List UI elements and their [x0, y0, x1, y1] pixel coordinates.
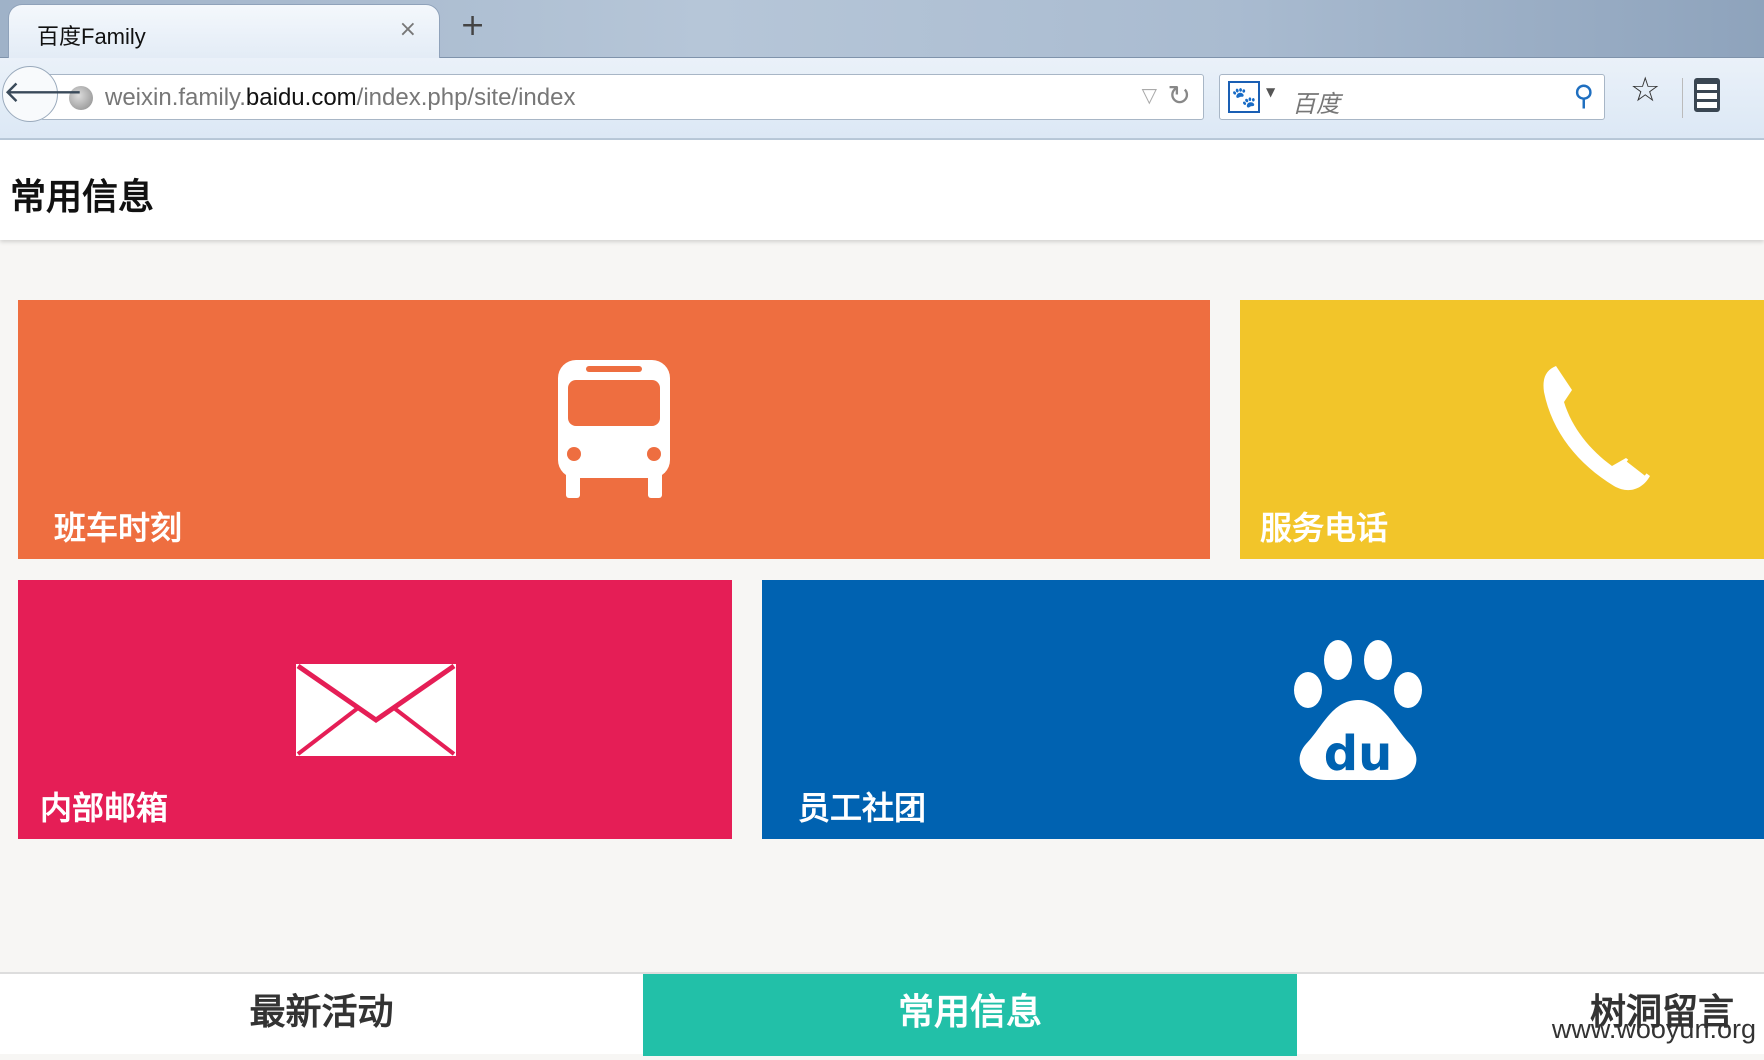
tile-shuttle-schedule[interactable]: 班车时刻 [18, 300, 1210, 559]
tile-label: 服务电话 [1260, 509, 1389, 547]
bus-icon [558, 360, 670, 498]
tile-label: 内部邮箱 [40, 789, 169, 827]
mail-icon [296, 664, 456, 756]
close-tab-icon[interactable]: × [399, 17, 417, 42]
baidu-paw-icon[interactable]: 🐾 [1228, 81, 1260, 113]
tab-title: 百度Family [37, 24, 146, 49]
arrow-left-icon: 🡐 [3, 75, 84, 110]
back-button[interactable]: 🡐 [2, 66, 83, 122]
url-text: weixin.family.baidu.com/index.php/site/i… [105, 84, 576, 111]
page-header: 常用信息 [0, 140, 1764, 240]
watermark: www.wooyun.org [1551, 1014, 1756, 1044]
bookmark-star-icon[interactable]: ☆ [1630, 70, 1660, 110]
divider [1682, 78, 1683, 118]
tile-service-phone[interactable]: 服务电话 [1240, 300, 1764, 559]
phone-icon [1543, 366, 1650, 491]
search-box[interactable]: 🐾 ▼ 百度 ⚲ [1219, 74, 1605, 120]
search-placeholder: 百度 [1292, 90, 1340, 118]
tile-label: 班车时刻 [54, 509, 183, 547]
browser-tab-bar: 百度Family × + [0, 0, 1764, 58]
nav-common-info[interactable]: 常用信息 [643, 974, 1297, 1056]
tile-label: 员工社团 [798, 789, 927, 827]
address-bar[interactable]: weixin.family.baidu.com/index.php/site/i… [40, 74, 1204, 120]
browser-nav-bar: 🡐 weixin.family.baidu.com/index.php/site… [0, 58, 1764, 140]
tile-internal-mail[interactable]: 内部邮箱 [18, 580, 732, 839]
chevron-down-icon[interactable]: ▼ [1266, 85, 1275, 99]
svg-text:du: du [1324, 726, 1393, 780]
bottom-nav: 最新活动 常用信息 树洞留言 [0, 972, 1764, 1056]
reload-icon[interactable]: ↻ [1168, 79, 1191, 112]
search-icon[interactable]: ⚲ [1573, 79, 1594, 112]
tile-employee-clubs[interactable]: du 员工社团 [762, 580, 1764, 839]
baidu-paw-icon: du [1294, 640, 1422, 780]
dropdown-icon[interactable]: ▽ [1142, 83, 1157, 107]
page-title: 常用信息 [10, 177, 155, 218]
new-tab-button[interactable]: + [460, 8, 485, 43]
nav-latest-activities[interactable]: 最新活动 [0, 974, 643, 1056]
browser-tab[interactable]: 百度Family × [8, 4, 440, 58]
bookmarks-list-icon[interactable] [1694, 78, 1720, 112]
